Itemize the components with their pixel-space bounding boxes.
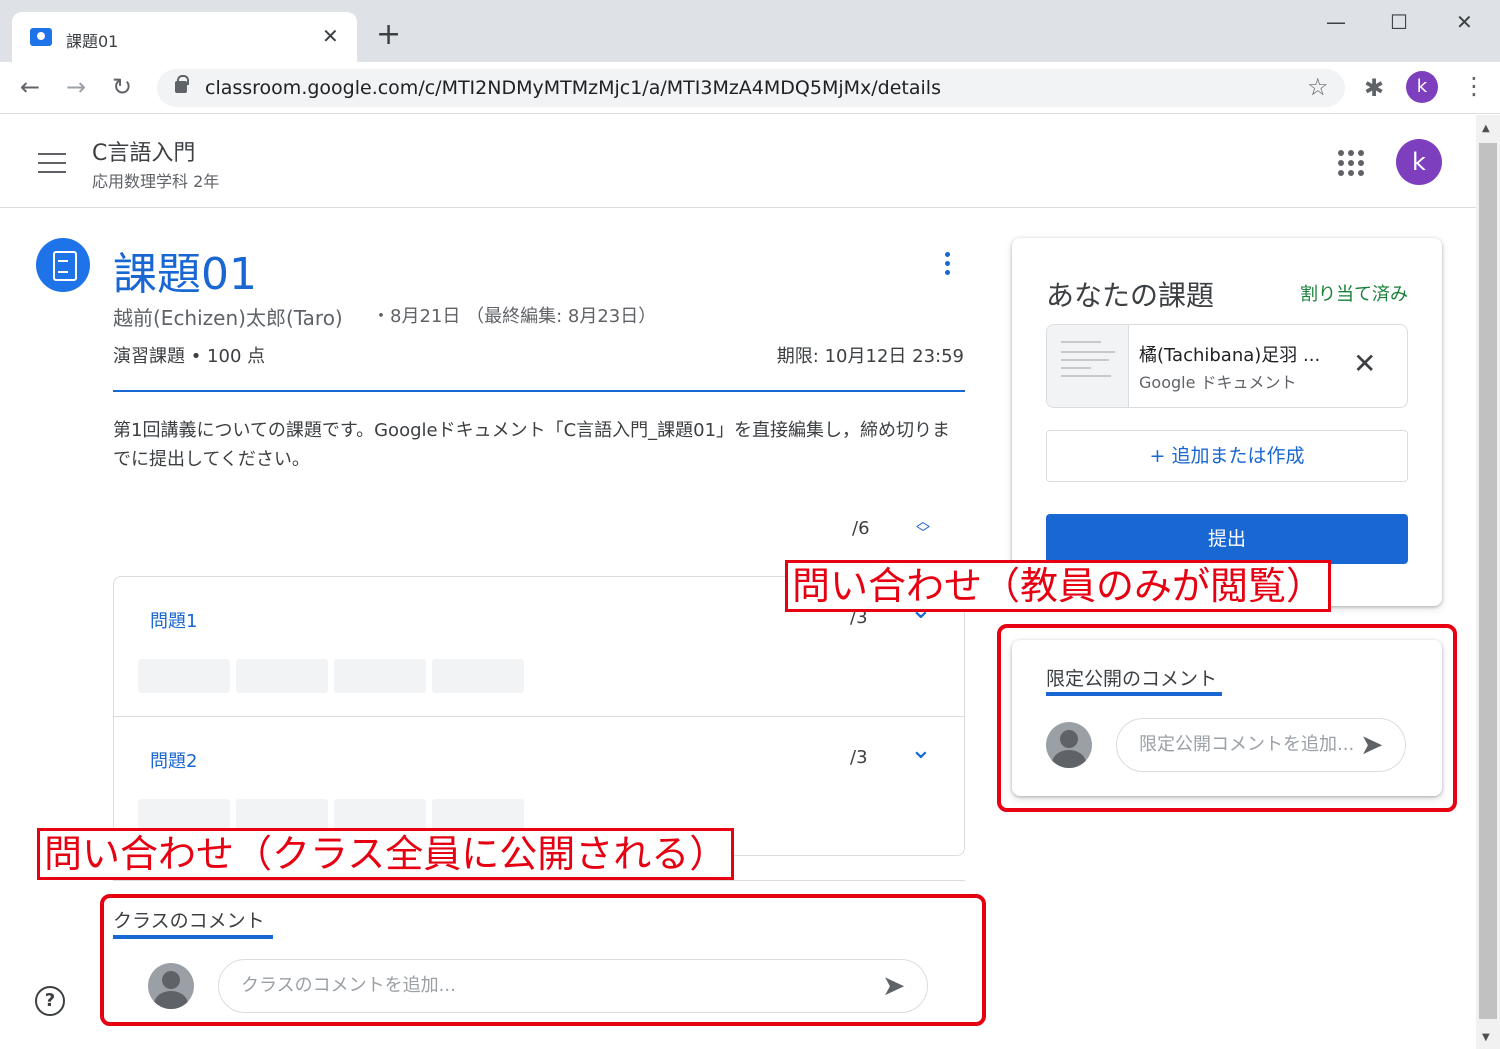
remove-attachment-icon[interactable]: ✕ [1353, 347, 1376, 380]
back-button[interactable]: ← [20, 72, 40, 102]
reload-button[interactable]: ↻ [112, 72, 132, 102]
criterion-name: 問題2 [150, 751, 198, 772]
extensions-icon[interactable]: ✱ [1364, 74, 1384, 102]
expand-collapse-all-icon[interactable]: ︿ ﹀ [912, 515, 934, 544]
course-section: 応用数理学科 2年 [92, 172, 220, 191]
assignment-title: 課題01 [113, 249, 257, 300]
assigned-status: 割り当て済み [1300, 284, 1408, 305]
attachment-name[interactable]: 橘(Tachibana)足羽 ... [1139, 341, 1339, 367]
classroom-header: C言語入門 応用数理学科 2年 k [0, 115, 1476, 208]
class-comments-highlight [100, 894, 986, 1026]
browser-toolbar: ← → ↻ classroom.google.com/c/MTI2NDMyMTM… [0, 62, 1500, 114]
maximize-button[interactable]: ☐ [1390, 10, 1408, 34]
scroll-thumb[interactable] [1479, 143, 1497, 1019]
private-comments-highlight [997, 624, 1457, 812]
class-annotation-label: 問い合わせ（クラス全員に公開される） [37, 828, 735, 880]
google-apps-icon[interactable] [1338, 150, 1364, 176]
assignment-points: 演習課題 • 100 点 [113, 346, 266, 367]
address-bar[interactable]: classroom.google.com/c/MTI2NDMyMTMzMjc1/… [157, 69, 1345, 107]
tab-close-icon[interactable]: ✕ [322, 24, 339, 48]
help-icon[interactable]: ? [35, 986, 65, 1016]
criterion-score: /3 [850, 747, 868, 768]
comments-divider [113, 880, 965, 881]
submit-button[interactable]: 提出 [1046, 514, 1408, 564]
your-work-title: あなたの課題 [1046, 279, 1215, 312]
title-divider [113, 390, 965, 392]
browser-profile-avatar[interactable]: k [1406, 71, 1438, 103]
account-avatar[interactable]: k [1396, 139, 1442, 185]
scroll-up-arrow-icon[interactable]: ▲ [1482, 123, 1490, 134]
browser-tab[interactable]: 課題01 ✕ [12, 12, 357, 62]
close-window-button[interactable]: ✕ [1456, 10, 1473, 34]
forward-button[interactable]: → [66, 72, 86, 102]
more-options-icon[interactable] [938, 252, 956, 282]
assignment-description: 第1回講義についての課題です。Googleドキュメント「C言語入門_課題01」を… [113, 420, 951, 470]
bookmark-star-icon[interactable]: ☆ [1307, 73, 1329, 101]
classroom-favicon-icon [30, 28, 52, 46]
tab-title: 課題01 [66, 32, 119, 51]
scroll-down-arrow-icon[interactable]: ▼ [1482, 1032, 1490, 1043]
hamburger-menu-icon[interactable] [38, 153, 66, 173]
criterion-levels [138, 659, 524, 693]
private-annotation-label: 問い合わせ（教員のみが閲覧） [785, 560, 1332, 612]
page-scrollbar[interactable]: ▲ ▼ [1476, 115, 1500, 1049]
chevron-down-icon[interactable]: ⌄ [910, 735, 932, 765]
new-tab-button[interactable]: + [376, 20, 401, 50]
assignment-due: 期限: 10月12日 23:59 [776, 346, 964, 367]
criterion-name: 問題1 [150, 611, 198, 632]
course-title[interactable]: C言語入門 [92, 135, 195, 167]
assignment-icon [36, 238, 90, 292]
your-work-card: あなたの課題 割り当て済み 橘(Tachibana)足羽 ... Google … [1012, 238, 1442, 606]
minimize-button[interactable]: — [1326, 10, 1346, 34]
browser-tab-bar: 課題01 ✕ + — ☐ ✕ [0, 0, 1500, 62]
lock-icon [175, 75, 189, 93]
assignment-dates: ・8月21日 （最終編集: 8月23日） [372, 306, 657, 327]
add-or-create-button[interactable]: + 追加または作成 [1046, 430, 1408, 482]
rubric-panel: 問題1 /3 ⌄ 問題2 /3 ⌄ [113, 576, 965, 856]
assignment-author: 越前(Echizen)太郎(Taro) [113, 306, 343, 330]
attachment-type: Google ドキュメント [1139, 373, 1297, 392]
document-thumbnail [1047, 325, 1129, 407]
url-text[interactable]: classroom.google.com/c/MTI2NDMyMTMzMjc1/… [205, 77, 941, 99]
browser-menu-icon[interactable]: ⋮ [1462, 72, 1486, 100]
attachment-item[interactable]: 橘(Tachibana)足羽 ... Google ドキュメント ✕ [1046, 324, 1408, 408]
rubric-total-score: /6 [852, 518, 870, 539]
